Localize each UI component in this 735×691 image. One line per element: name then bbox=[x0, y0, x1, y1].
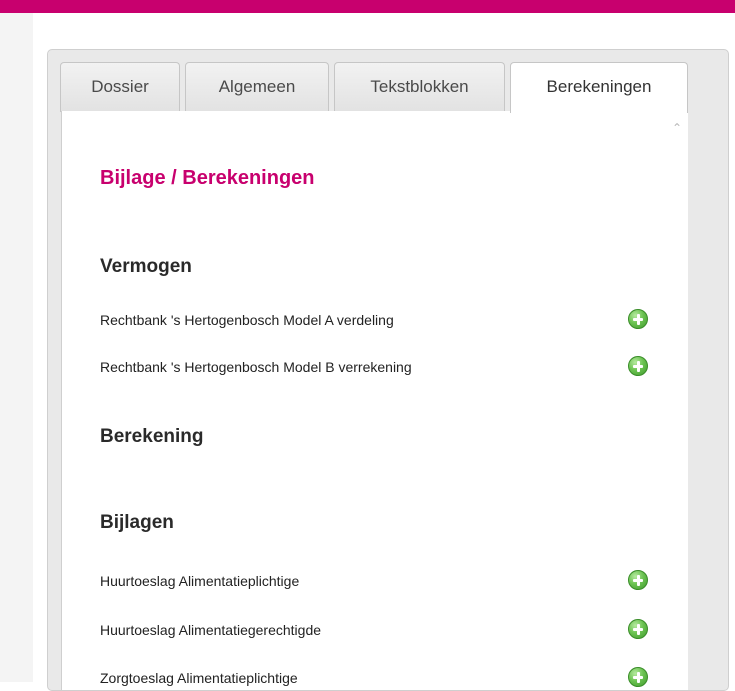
section-title-bijlagen: Bijlagen bbox=[100, 512, 174, 533]
list-item-label: Rechtbank 's Hertogenbosch Model A verde… bbox=[100, 312, 394, 328]
tab-tekstblokken[interactable]: Tekstblokken bbox=[334, 62, 505, 112]
left-gutter bbox=[0, 13, 33, 682]
list-item: Huurtoeslag Alimentatiegerechtigde bbox=[100, 618, 666, 642]
section-title-vermogen: Vermogen bbox=[100, 256, 192, 277]
list-item: Rechtbank 's Hertogenbosch Model A verde… bbox=[100, 308, 666, 332]
add-icon[interactable] bbox=[628, 619, 648, 639]
list-item-label: Huurtoeslag Alimentatiegerechtigde bbox=[100, 622, 322, 638]
scroll-up-icon[interactable]: ⌃ bbox=[672, 121, 682, 135]
list-item: Zorgtoeslag Alimentatieplichtige bbox=[100, 666, 666, 690]
list-item-label: Huurtoeslag Alimentatieplichtige bbox=[100, 573, 300, 589]
add-icon[interactable] bbox=[628, 309, 648, 329]
page-title: Bijlage / Berekeningen bbox=[100, 167, 315, 189]
add-icon[interactable] bbox=[628, 667, 648, 687]
tab-berekeningen[interactable]: Berekeningen bbox=[510, 62, 688, 113]
tab-dossier[interactable]: Dossier bbox=[60, 62, 180, 112]
tab-algemeen[interactable]: Algemeen bbox=[185, 62, 329, 112]
tab-bar: Dossier Algemeen Tekstblokken Berekening… bbox=[48, 50, 728, 113]
tab-content: ⌃ Bijlage / Berekeningen Vermogen Rechtb… bbox=[61, 111, 688, 690]
list-item-label: Rechtbank 's Hertogenbosch Model B verre… bbox=[100, 359, 412, 375]
list-item: Huurtoeslag Alimentatieplichtige bbox=[100, 569, 666, 593]
list-item-label: Zorgtoeslag Alimentatieplichtige bbox=[100, 670, 298, 686]
list-item: Rechtbank 's Hertogenbosch Model B verre… bbox=[100, 355, 666, 379]
section-title-berekening: Berekening bbox=[100, 426, 204, 447]
tab-panel: Dossier Algemeen Tekstblokken Berekening… bbox=[47, 49, 729, 691]
add-icon[interactable] bbox=[628, 356, 648, 376]
add-icon[interactable] bbox=[628, 570, 648, 590]
brand-top-bar bbox=[0, 0, 735, 13]
